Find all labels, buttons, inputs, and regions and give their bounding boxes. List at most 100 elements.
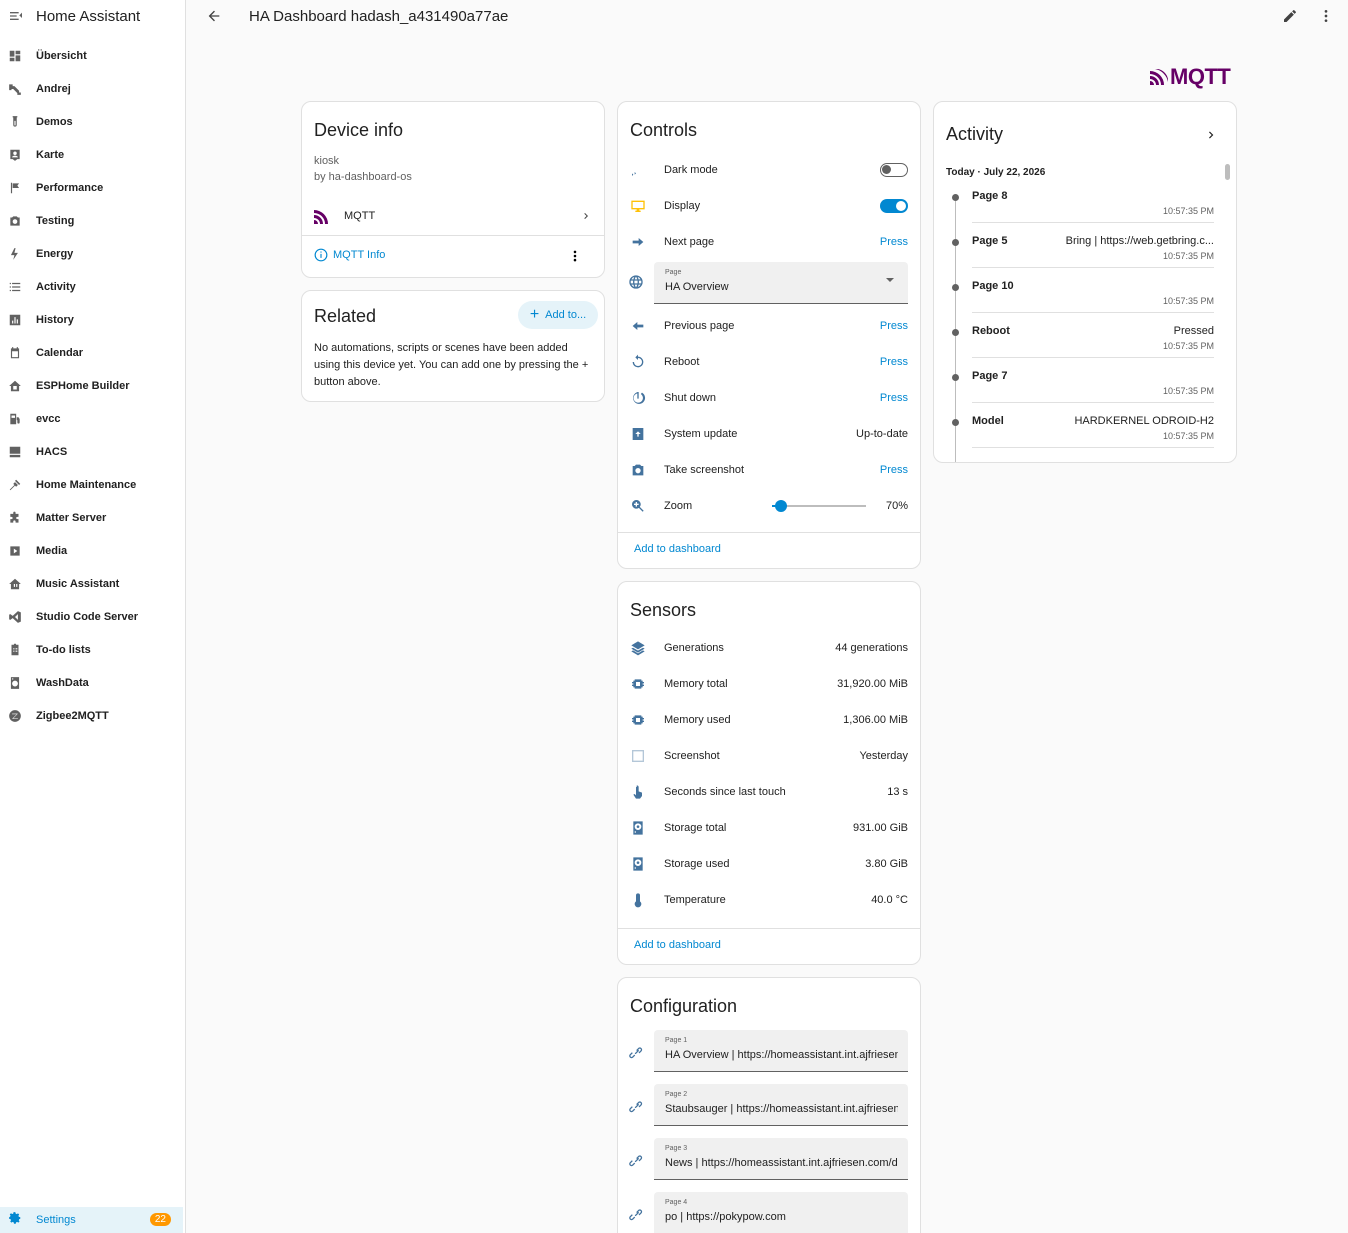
sidebar-item-evcc[interactable]: evcc	[0, 402, 185, 435]
activity-scrollbar[interactable]	[1225, 164, 1230, 180]
sensor-row-screenshot[interactable]: Screenshot Yesterday	[628, 746, 908, 766]
timeline-dot	[952, 239, 959, 246]
sidebar-item-energy[interactable]: Energy	[0, 237, 185, 270]
sidebar-item-activity[interactable]: Activity	[0, 270, 185, 303]
zigbee-icon	[8, 709, 22, 723]
sensor-row-generations[interactable]: Generations 44 generations	[628, 638, 908, 658]
activity-entry-name[interactable]: Model	[972, 415, 1004, 427]
press-button[interactable]: Press	[880, 356, 908, 368]
link-icon	[628, 1097, 644, 1117]
sidebar-item-label: Studio Code Server	[36, 610, 139, 623]
sidebar-item-washdata[interactable]: WashData	[0, 666, 185, 699]
control-name: Shut down	[664, 392, 716, 404]
add-to-button[interactable]: + Add to...	[518, 301, 598, 329]
toggle-switch[interactable]	[880, 163, 908, 177]
timeline-line	[955, 201, 956, 239]
layers-icon	[628, 638, 648, 658]
sensor-name: Memory used	[664, 714, 731, 726]
divider	[972, 267, 1214, 268]
sensor-row-memory-used[interactable]: Memory used 1,306.00 MiB	[628, 710, 908, 730]
mqtt-info-link[interactable]: MQTT Info	[314, 248, 385, 262]
config-text-field[interactable]: Page 3 News | https://homeassistant.int.a…	[654, 1138, 908, 1180]
activity-entry-time: 10:57:35 PM	[1162, 431, 1214, 441]
sidebar: Home Assistant Übersicht Andrej Demos Karte…	[0, 0, 186, 1233]
sidebar-item-label: Energy	[36, 247, 74, 260]
page-select-value: HA Overview	[665, 281, 729, 293]
config-text-field[interactable]: Page 2 Staubsauger | https://homeassistan…	[654, 1084, 908, 1126]
pencil-icon[interactable]	[1282, 8, 1298, 24]
mqtt-info-label: MQTT Info	[333, 249, 386, 261]
harddisk-icon	[628, 854, 648, 874]
sensor-row-temperature[interactable]: Temperature 40.0 °C	[628, 890, 908, 910]
menu-icon[interactable]	[8, 8, 24, 24]
sidebar-item-music-assistant[interactable]: Music Assistant	[0, 567, 185, 600]
sidebar-item-karte[interactable]: Karte	[0, 138, 185, 171]
sidebar-item-testing[interactable]: Testing	[0, 204, 185, 237]
sidebar-item-zigbee2mqtt[interactable]: Zigbee2MQTT	[0, 699, 185, 732]
sidebar-item-performance[interactable]: Performance	[0, 171, 185, 204]
hacs-icon	[8, 445, 22, 459]
sidebar-item-label: Music Assistant	[36, 577, 120, 590]
slider-handle[interactable]	[775, 500, 788, 512]
chart-box-icon	[8, 313, 22, 327]
field-label: Page 1	[665, 1037, 688, 1044]
page-select[interactable]: Page HA Overview	[654, 262, 908, 304]
activity-entry-name[interactable]: Page 8	[972, 190, 1007, 202]
sensors-add-to-dashboard[interactable]: Add to dashboard	[634, 939, 721, 951]
press-button[interactable]: Press	[880, 392, 908, 404]
timeline-line	[955, 246, 956, 284]
sensor-value: 31,920.00 MiB	[837, 678, 908, 690]
press-button[interactable]: Press	[880, 464, 908, 476]
more-vertical-icon[interactable]	[568, 249, 582, 263]
link-icon	[628, 1043, 644, 1063]
test-tube-icon	[8, 115, 22, 129]
zoom-slider[interactable]	[771, 500, 866, 512]
sidebar-item-settings[interactable]: Settings 22	[0, 1207, 183, 1233]
sensor-row-storage-used[interactable]: Storage used 3.80 GiB	[628, 854, 908, 874]
press-button[interactable]: Press	[880, 236, 908, 248]
arrow-left-icon	[628, 316, 648, 336]
sidebar-item-to-do-lists[interactable]: To-do lists	[0, 633, 185, 666]
sidebar-item-demos[interactable]: Demos	[0, 105, 185, 138]
sensor-row-storage-total[interactable]: Storage total 931.00 GiB	[628, 818, 908, 838]
press-button[interactable]: Press	[880, 320, 908, 332]
activity-entry-name[interactable]: Page 10	[972, 280, 1014, 292]
sidebar-item-label: Performance	[36, 181, 104, 194]
activity-entry-name[interactable]: Page 7	[972, 370, 1007, 382]
sidebar-item-matter-server[interactable]: Matter Server	[0, 501, 185, 534]
field-label: Page 3	[665, 1145, 688, 1152]
integration-row[interactable]: MQTT	[314, 205, 592, 227]
control-row-previous-page: Previous page Press	[628, 316, 908, 336]
toggle-switch[interactable]	[880, 199, 908, 213]
device-info-card: Device info kiosk by ha-dashboard-os MQT…	[301, 101, 605, 278]
sidebar-item-media[interactable]: Media	[0, 534, 185, 567]
sensor-value: Yesterday	[859, 750, 908, 762]
activity-entry-time: 10:57:35 PM	[1162, 341, 1214, 351]
sidebar-item-label: Karte	[36, 148, 65, 161]
controls-add-to-dashboard[interactable]: Add to dashboard	[634, 543, 721, 555]
memory-icon	[628, 710, 648, 730]
sidebar-item-andrej[interactable]: Andrej	[0, 72, 185, 105]
config-text-field[interactable]: Page 4 po | https://pokypow.com	[654, 1192, 908, 1233]
sidebar-item-label: To-do lists	[36, 643, 91, 656]
divider	[972, 447, 1214, 448]
activity-entry-name[interactable]: Reboot	[972, 325, 1010, 337]
sensor-row-memory-total[interactable]: Memory total 31,920.00 MiB	[628, 674, 908, 694]
more-vertical-icon[interactable]	[1318, 8, 1334, 24]
sidebar-item-history[interactable]: History	[0, 303, 185, 336]
sidebar-item--bersicht[interactable]: Übersicht	[0, 39, 185, 72]
sidebar-item-esphome-builder[interactable]: ESPHome Builder	[0, 369, 185, 402]
sidebar-item-home-maintenance[interactable]: Home Maintenance	[0, 468, 185, 501]
chevron-right-icon[interactable]	[1204, 128, 1218, 142]
activity-title: Activity	[946, 124, 1004, 144]
activity-entry-name[interactable]: Page 5	[972, 235, 1007, 247]
sidebar-item-hacs[interactable]: HACS	[0, 435, 185, 468]
config-text-field[interactable]: Page 1 HA Overview | https://homeassistan…	[654, 1030, 908, 1072]
sensor-name: Screenshot	[664, 750, 720, 762]
theme-light-dark-icon	[628, 160, 648, 180]
puzzle-icon	[8, 511, 22, 525]
back-arrow-icon[interactable]	[206, 8, 222, 24]
sensor-row-seconds-since-last-touch[interactable]: Seconds since last touch 13 s	[628, 782, 908, 802]
sidebar-item-studio-code-server[interactable]: Studio Code Server	[0, 600, 185, 633]
sidebar-item-calendar[interactable]: Calendar	[0, 336, 185, 369]
